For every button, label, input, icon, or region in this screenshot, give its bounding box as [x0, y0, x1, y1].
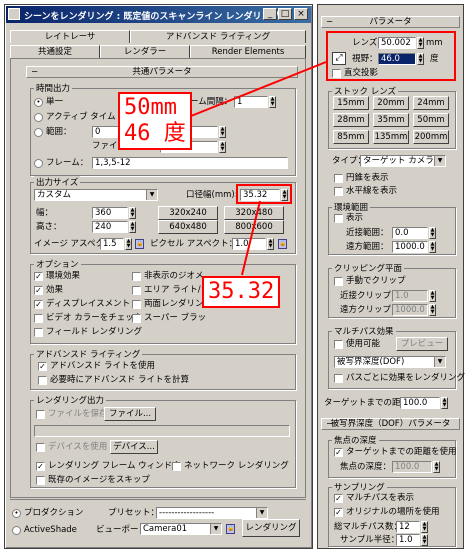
- aperture-highlight-box: [236, 184, 292, 204]
- lens-callout-text: 50mm: [124, 95, 177, 120]
- screenshot-root: { "dialog": { "title": "シーンをレンダリング : 既定値…: [0, 0, 470, 555]
- callout-connector-lens: [185, 61, 327, 119]
- callout-connector-aperture: [241, 200, 261, 276]
- lens-callout: 50mm 46 度: [118, 92, 192, 150]
- fov-callout-text: 46 度: [124, 121, 186, 146]
- aperture-callout: 35.32: [202, 276, 281, 308]
